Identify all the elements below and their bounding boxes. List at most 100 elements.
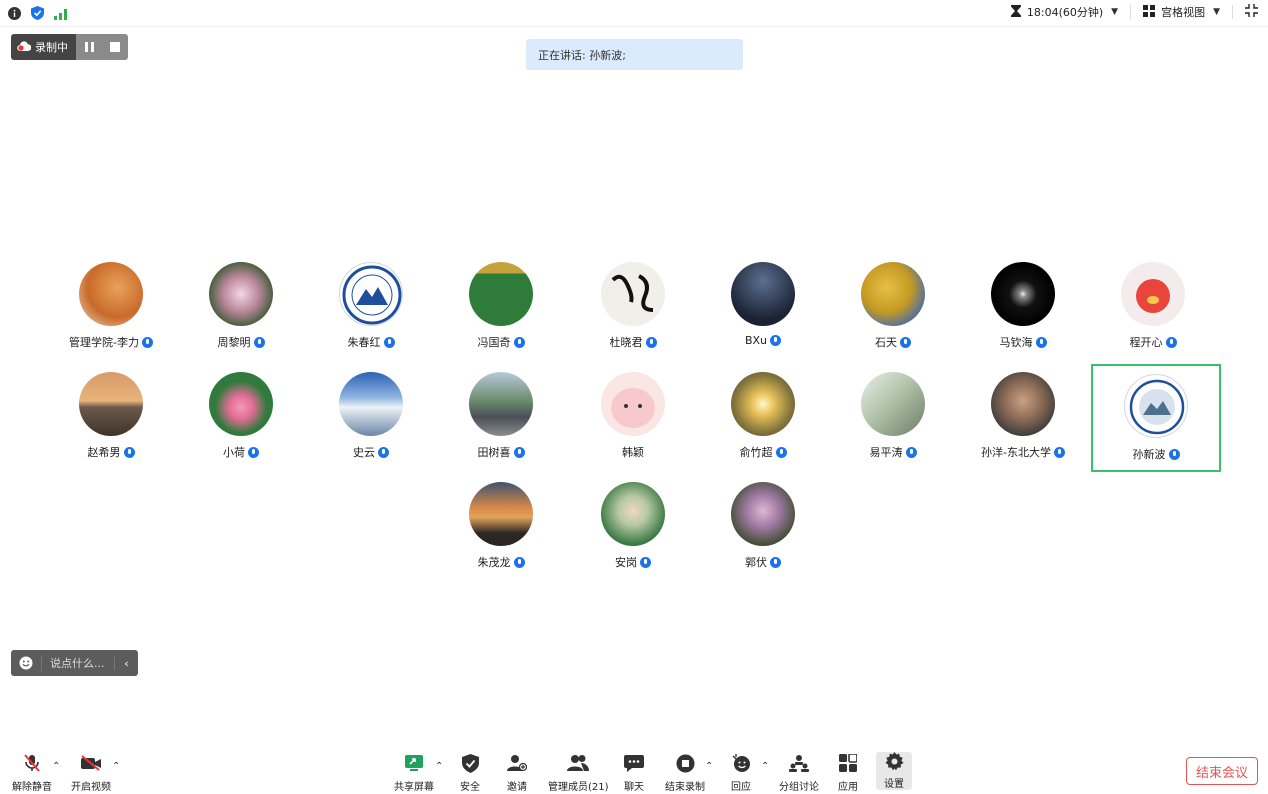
mic-icon <box>378 446 389 458</box>
unmute-button[interactable]: 解除静音 <box>12 752 52 793</box>
chevron-up-icon[interactable]: ⌃ <box>761 761 769 772</box>
exit-fullscreen-icon[interactable] <box>1245 4 1258 20</box>
mic-icon <box>775 446 787 458</box>
participant-tile[interactable]: 孙洋-东北大学 <box>958 362 1088 470</box>
participant-tile[interactable]: 朱春红 <box>306 252 436 360</box>
signal-icon[interactable] <box>54 5 67 24</box>
view-mode-label[interactable]: 宫格视图 <box>1161 4 1205 20</box>
mic-icon <box>640 556 651 568</box>
recording-label: 录制中 <box>35 41 68 54</box>
chevron-up-icon[interactable]: ⌃ <box>705 761 713 772</box>
participant-name: 周黎明 <box>217 336 251 349</box>
chevron-up-icon[interactable]: ⌃ <box>112 761 120 772</box>
divider <box>1130 5 1132 19</box>
avatar <box>991 372 1055 436</box>
participant-tile[interactable]: 朱茂龙 <box>436 472 566 580</box>
reaction-icon <box>731 752 751 774</box>
participant-tile[interactable]: 冯国奇 <box>436 252 566 360</box>
reaction-button[interactable]: 回应 <box>731 752 751 793</box>
participant-tile[interactable]: 杜晓君 <box>568 252 698 360</box>
pause-recording-button[interactable] <box>76 34 102 60</box>
participant-name: 俞竹超 <box>739 446 773 459</box>
top-bar: 18:04(60分钟) ▼ 宫格视图 ▼ <box>0 0 1268 27</box>
meeting-timer[interactable]: 18:04(60分钟) <box>1027 4 1103 20</box>
end-meeting-label: 结束会议 <box>1195 765 1248 781</box>
avatar <box>861 262 925 326</box>
invite-button[interactable]: 邀请 <box>507 752 527 793</box>
manage-members-button[interactable]: 管理成员(21) <box>548 752 609 793</box>
mic-icon <box>513 446 525 458</box>
stop-recording-button[interactable] <box>102 34 128 60</box>
chevron-up-icon[interactable]: ⌃ <box>435 761 443 772</box>
participant-tile[interactable]: 田树喜 <box>436 362 566 470</box>
chevron-up-icon[interactable]: ⌃ <box>52 761 60 772</box>
chat-bubble-icon <box>624 752 644 774</box>
pig-cartoon-icon <box>1136 279 1170 313</box>
avatar <box>991 262 1055 326</box>
participant-tile[interactable]: 小荷 <box>176 362 306 470</box>
settings-button[interactable]: 设置 <box>876 752 912 790</box>
participant-tile[interactable]: 程开心 <box>1088 252 1218 360</box>
participant-tile[interactable]: 韩颖 <box>568 362 698 470</box>
chevron-left-icon[interactable]: ‹ <box>114 656 138 670</box>
share-screen-button[interactable]: 共享屏幕 <box>394 752 434 793</box>
participant-name: 赵希男 <box>87 446 121 459</box>
end-recording-button[interactable]: 结束录制 <box>665 752 705 793</box>
calligraphy-icon <box>611 274 654 312</box>
participant-name: 冯国奇 <box>477 336 511 349</box>
participant-tile-active-speaker[interactable]: 孙新波 <box>1091 364 1221 472</box>
mic-icon <box>1168 448 1180 460</box>
start-video-button[interactable]: 开启视频 <box>71 752 111 793</box>
participant-name: 朱茂龙 <box>477 556 511 569</box>
info-icon[interactable] <box>8 5 21 24</box>
participant-name: 管理学院-李力 <box>69 336 139 349</box>
avatar <box>469 262 533 326</box>
security-button[interactable]: 安全 <box>460 752 480 793</box>
mic-icon <box>248 446 259 458</box>
chat-placeholder[interactable]: 说点什么... <box>41 655 114 671</box>
stop-record-icon <box>676 752 695 774</box>
chat-button[interactable]: 聊天 <box>624 752 644 793</box>
chevron-down-icon[interactable]: ▼ <box>1213 7 1220 17</box>
mic-icon <box>383 336 395 348</box>
mic-icon <box>123 446 135 458</box>
participant-name: 石天 <box>875 336 897 349</box>
grid-view-icon[interactable] <box>1143 4 1156 20</box>
participant-tile[interactable]: 赵希男 <box>46 362 176 470</box>
participant-tile[interactable]: 史云 <box>306 362 436 470</box>
participant-tile[interactable]: 周黎明 <box>176 252 306 360</box>
university-logo-icon <box>1129 379 1185 435</box>
recording-status: 录制中 <box>11 34 76 60</box>
participant-tile[interactable]: 管理学院-李力 <box>46 252 176 360</box>
avatar <box>1124 374 1188 438</box>
participant-tile[interactable]: 石天 <box>828 252 958 360</box>
participant-tile[interactable]: 马钦海 <box>958 252 1088 360</box>
avatar <box>209 262 273 326</box>
apps-button[interactable]: 应用 <box>838 752 858 793</box>
participant-tile[interactable]: 安岗 <box>568 472 698 580</box>
participant-tile[interactable]: 郭伏 <box>698 472 828 580</box>
participant-tile[interactable]: BXu <box>698 252 828 360</box>
participant-tile[interactable]: 易平涛 <box>828 362 958 470</box>
gear-icon <box>885 752 904 771</box>
avatar <box>731 372 795 436</box>
members-icon <box>567 752 590 774</box>
chevron-down-icon[interactable]: ▼ <box>1111 7 1118 17</box>
mic-muted-icon <box>22 752 42 774</box>
hourglass-icon <box>1010 4 1021 20</box>
end-meeting-button[interactable]: 结束会议 <box>1186 757 1258 785</box>
breakout-rooms-button[interactable]: 分组讨论 <box>779 752 819 793</box>
avatar <box>469 372 533 436</box>
add-user-icon <box>507 752 527 774</box>
shield-icon[interactable] <box>31 5 44 24</box>
emoji-icon[interactable] <box>11 656 41 670</box>
quick-chat-input[interactable]: 说点什么... ‹ <box>11 650 138 676</box>
avatar <box>731 482 795 546</box>
meeting-toolbar: 解除静音 ⌃ 开启视频 ⌃ 共享屏幕 ⌃ 安全 邀请 管理成员(21) 聊天 结… <box>0 748 1268 794</box>
avatar <box>601 372 665 436</box>
stop-icon <box>110 42 120 52</box>
participant-name: 韩颖 <box>622 446 644 459</box>
apps-icon <box>839 752 857 774</box>
participant-tile[interactable]: 俞竹超 <box>698 362 828 470</box>
mic-icon <box>141 336 153 348</box>
